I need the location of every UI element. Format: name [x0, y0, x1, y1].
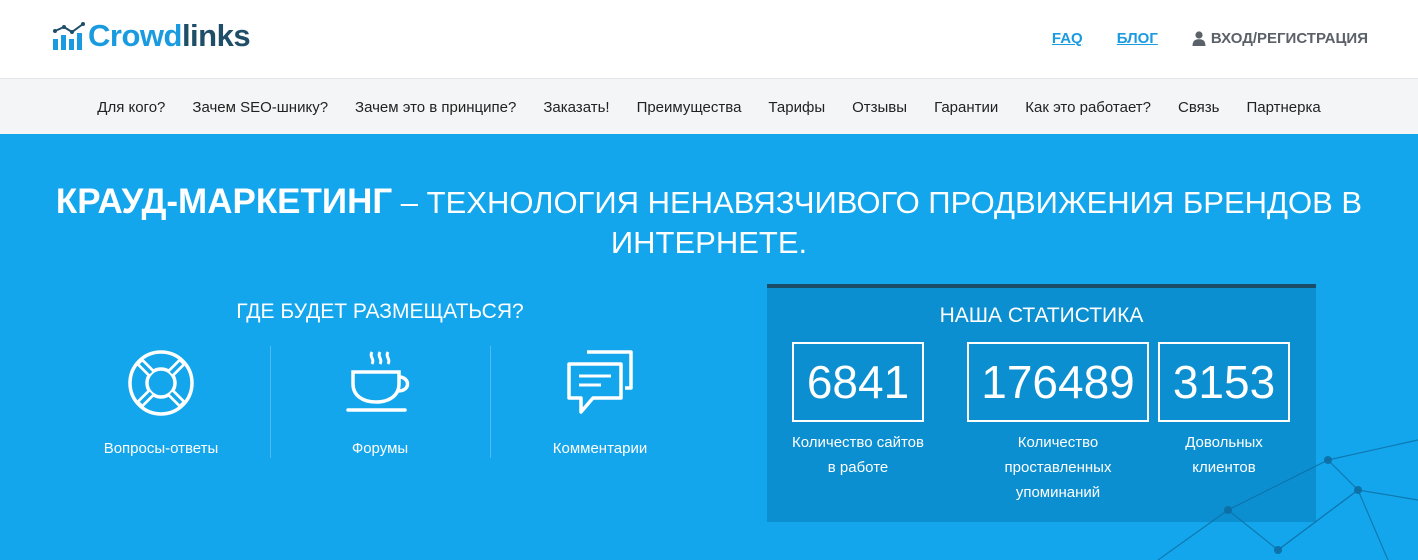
place-label-comments: Комментарии [552, 440, 648, 457]
top-links: FAQ БЛОГ ВХОД/РЕГИСТРАЦИЯ [1052, 30, 1368, 47]
place-qa: Вопросы-ответы [51, 348, 271, 458]
nav-item-order[interactable]: Заказать! [530, 99, 623, 116]
login-label: ВХОД/РЕГИСТРАЦИЯ [1210, 30, 1368, 47]
login-link[interactable]: ВХОД/РЕГИСТРАЦИЯ [1192, 30, 1368, 47]
user-icon [1192, 31, 1206, 46]
nav-item-why-seo[interactable]: Зачем SEO-шнику? [179, 99, 342, 116]
stat-value-sites: 6841 [792, 342, 924, 422]
stat-label-line: упоминаний [1015, 484, 1101, 501]
nav-item-pricing[interactable]: Тарифы [755, 99, 839, 116]
nav-item-advantages[interactable]: Преимущества [623, 99, 755, 116]
blog-link[interactable]: БЛОГ [1117, 30, 1158, 47]
places-title: ГДЕ БУДЕТ РАЗМЕЩАТЬСЯ? [236, 300, 524, 323]
lifebuoy-icon [128, 350, 194, 416]
place-comments: Комментарии [490, 348, 710, 458]
hero-title: КРАУД-МАРКЕТИНГ – ТЕХНОЛОГИЯ НЕНАВЯЗЧИВО… [0, 182, 1418, 263]
logo[interactable]: Crowdlinks [52, 18, 251, 53]
hero-title-bold: КРАУД-МАРКЕТИНГ [55, 182, 393, 221]
nav-item-how-it-works[interactable]: Как это работает? [1012, 99, 1165, 116]
stat-label-line: Количество [1017, 434, 1099, 451]
stat-label-line: в работе [827, 459, 889, 476]
stats-title: НАША СТАТИСТИКА [939, 304, 1144, 327]
chat-bubbles-icon [567, 350, 633, 414]
nav-item-why-at-all[interactable]: Зачем это в принципе? [342, 99, 530, 116]
bar-chart-logo-icon [53, 22, 85, 50]
hero-section: КРАУД-МАРКЕТИНГ – ТЕХНОЛОГИЯ НЕНАВЯЗЧИВО… [0, 134, 1418, 560]
nav-item-for-whom[interactable]: Для кого? [84, 99, 179, 116]
nav-item-contact[interactable]: Связь [1165, 99, 1233, 116]
logo-text-part2: links [181, 18, 251, 53]
stat-value-mentions: 176489 [967, 342, 1149, 422]
stat-label-line: Количество сайтов [792, 434, 924, 451]
network-decoration [1157, 439, 1418, 560]
nav-item-reviews[interactable]: Отзывы [839, 99, 921, 116]
nav-list: Для кого? Зачем SEO-шнику? Зачем это в п… [0, 79, 1418, 135]
nav-item-guarantees[interactable]: Гарантии [921, 99, 1012, 116]
header: Crowdlinks FAQ БЛОГ ВХОД/РЕГИСТРАЦИЯ [0, 0, 1418, 78]
place-label-forums: Форумы [351, 440, 409, 457]
stat-label-line: проставленных [1004, 459, 1112, 476]
stat-label-sites: Количество сайтов в работе [772, 430, 944, 480]
nav-item-partners[interactable]: Партнерка [1233, 99, 1334, 116]
faq-link[interactable]: FAQ [1052, 30, 1083, 47]
stat-label-mentions: Количество проставленных упоминаний [967, 430, 1149, 505]
coffee-cup-icon [346, 351, 410, 412]
main-nav: Для кого? Зачем SEO-шнику? Зачем это в п… [0, 78, 1418, 134]
place-forums: Форумы [270, 348, 490, 458]
logo-text-part1: Crowd [88, 18, 182, 53]
stat-value-clients: 3153 [1158, 342, 1290, 422]
hero-title-rest: – ТЕХНОЛОГИЯ НЕНАВЯЗЧИВОГО ПРОДВИЖЕНИЯ Б… [392, 185, 1363, 260]
place-label-qa: Вопросы-ответы [103, 440, 219, 457]
logo-text: Crowdlinks [88, 18, 251, 53]
